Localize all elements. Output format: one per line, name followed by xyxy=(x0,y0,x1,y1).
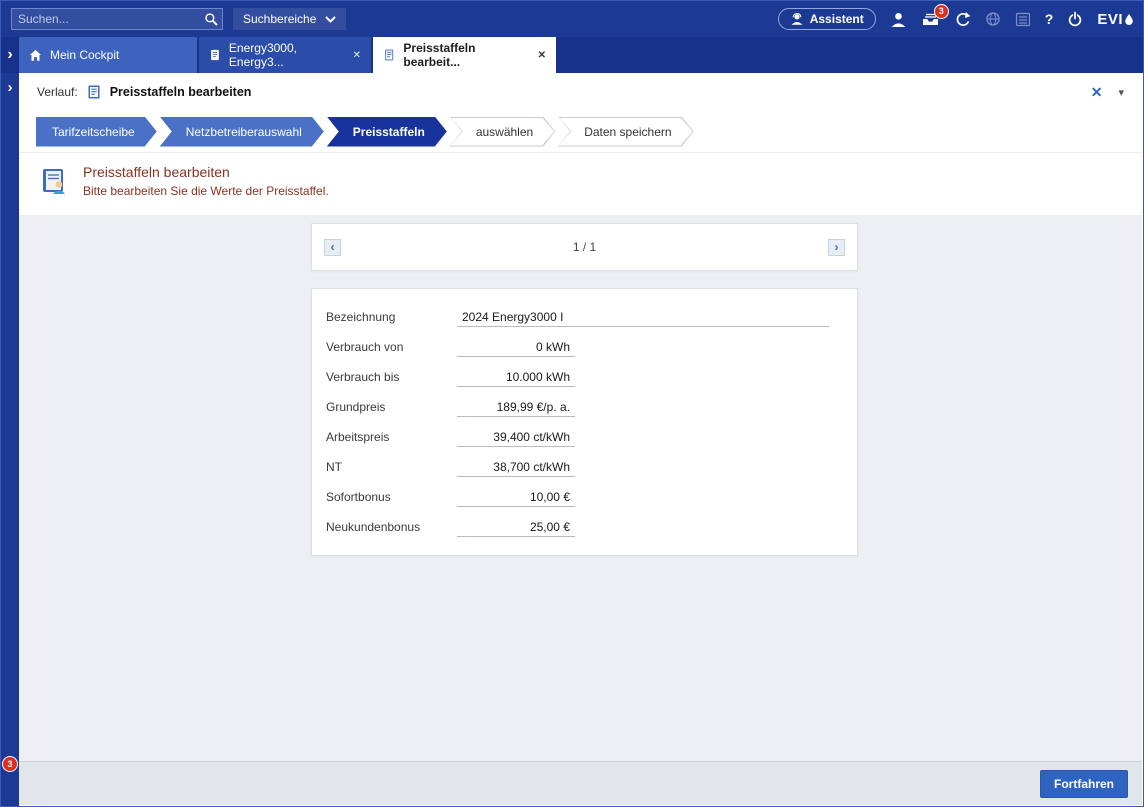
field-label: Verbrauch bis xyxy=(326,370,457,384)
search-icon[interactable] xyxy=(200,12,222,26)
wizard-step-tarifzeitscheibe[interactable]: Tarifzeitscheibe xyxy=(36,117,157,147)
inbox-icon[interactable]: 3 xyxy=(921,11,940,27)
assistant-label: Assistent xyxy=(810,12,864,26)
top-bar-actions: Assistent 3 ? EVI xyxy=(778,8,1133,30)
price-tier-form: Bezeichnung Verbrauch von Verbrauch bis … xyxy=(311,288,858,556)
page-subtitle: Bitte bearbeiten Sie die Werte der Preis… xyxy=(83,184,329,198)
tab-close-icon[interactable]: ✕ xyxy=(353,50,361,61)
neukundenbonus-field[interactable] xyxy=(457,518,575,537)
wizard-step-label: Preisstaffeln xyxy=(353,125,425,139)
wizard-step-auswaehlen[interactable]: auswählen xyxy=(450,117,555,147)
form-row-verbrauch-von: Verbrauch von xyxy=(326,332,843,362)
tab-overflow-chevron[interactable]: › xyxy=(1,37,19,73)
form-row-sofortbonus: Sofortbonus xyxy=(326,482,843,512)
verbrauch-bis-field[interactable] xyxy=(457,368,575,387)
pager-next-button[interactable]: › xyxy=(828,239,845,256)
list-icon[interactable] xyxy=(1015,12,1031,27)
tab-label: Preisstaffeln bearbeit... xyxy=(403,41,529,69)
bezeichnung-field[interactable] xyxy=(457,308,829,327)
corner-notification-badge[interactable]: 3 xyxy=(3,757,17,771)
inbox-notification-badge: 3 xyxy=(935,5,948,18)
application-window: Suchbereiche Assistent 3 xyxy=(0,0,1144,807)
field-label: Arbeitspreis xyxy=(326,430,457,444)
work-area: ‹ 1 / 1 › Bezeichnung Verbrauch von Verb… xyxy=(19,215,1142,761)
wizard-steps: Tarifzeitscheibe Netzbetreiberauswahl Pr… xyxy=(19,111,1142,153)
expand-panel-chevron[interactable]: › xyxy=(1,79,19,96)
wizard-step-netzbetreiberauswahl[interactable]: Netzbetreiberauswahl xyxy=(160,117,324,147)
sofortbonus-field[interactable] xyxy=(457,488,575,507)
redo-icon[interactable] xyxy=(954,11,971,27)
field-label: Sofortbonus xyxy=(326,490,457,504)
tab-close-icon[interactable]: ✕ xyxy=(538,50,546,61)
history-label: Verlauf: xyxy=(37,85,78,99)
form-row-neukundenbonus: Neukundenbonus xyxy=(326,512,843,542)
content-area: Verlauf: Preisstaffeln bearbeiten ✕ ▾ Ta… xyxy=(19,73,1142,805)
form-row-verbrauch-bis: Verbrauch bis xyxy=(326,362,843,392)
form-row-bezeichnung: Bezeichnung xyxy=(326,302,843,332)
wizard-step-daten-speichern[interactable]: Daten speichern xyxy=(558,117,693,147)
document-icon xyxy=(383,48,395,62)
tab-preisstaffeln-bearbeiten[interactable]: Preisstaffeln bearbeit... ✕ xyxy=(373,37,556,73)
nt-field[interactable] xyxy=(457,458,575,477)
assistant-button[interactable]: Assistent xyxy=(778,8,876,30)
pager-position: 1 / 1 xyxy=(573,240,596,254)
arbeitspreis-field[interactable] xyxy=(457,428,575,447)
top-bar: Suchbereiche Assistent 3 xyxy=(1,1,1143,37)
wizard-step-label: Netzbetreiberauswahl xyxy=(186,125,302,139)
left-panel-strip: › xyxy=(1,73,19,806)
tab-energy3000[interactable]: Energy3000, Energy3... ✕ xyxy=(199,37,371,73)
form-row-arbeitspreis: Arbeitspreis xyxy=(326,422,843,452)
chevron-down-icon xyxy=(325,16,336,23)
help-button[interactable]: ? xyxy=(1045,11,1054,27)
power-icon[interactable] xyxy=(1067,11,1083,27)
form-row-grundpreis: Grundpreis xyxy=(326,392,843,422)
form-row-nt: NT xyxy=(326,452,843,482)
field-label: Bezeichnung xyxy=(326,310,457,324)
bottom-action-bar: Fortfahren xyxy=(19,761,1142,805)
search-box[interactable] xyxy=(11,8,223,30)
history-dropdown-caret[interactable]: ▾ xyxy=(1118,86,1124,99)
field-label: Neukundenbonus xyxy=(326,520,457,534)
brand-logo: EVI xyxy=(1097,11,1133,28)
history-current-item[interactable]: Preisstaffeln bearbeiten xyxy=(110,85,252,99)
search-input[interactable] xyxy=(12,12,200,26)
continue-button[interactable]: Fortfahren xyxy=(1040,770,1128,798)
field-label: Verbrauch von xyxy=(326,340,457,354)
brand-text: EVI xyxy=(1097,11,1123,28)
field-label: Grundpreis xyxy=(326,400,457,414)
book-user-icon xyxy=(39,166,69,196)
page-header: Preisstaffeln bearbeiten Bitte bearbeite… xyxy=(19,153,1142,215)
grundpreis-field[interactable] xyxy=(457,398,575,417)
globe-icon[interactable] xyxy=(985,11,1001,27)
close-workflow-icon[interactable]: ✕ xyxy=(1091,84,1103,101)
droplet-icon xyxy=(1125,14,1133,25)
tab-label: Mein Cockpit xyxy=(50,48,119,62)
tab-bar: › Mein Cockpit Energy3000, Energy3... ✕ … xyxy=(1,37,1143,73)
wizard-step-preisstaffeln[interactable]: Preisstaffeln xyxy=(327,117,447,147)
history-row: Verlauf: Preisstaffeln bearbeiten ✕ ▾ xyxy=(19,73,1142,111)
verbrauch-von-field[interactable] xyxy=(457,338,575,357)
wizard-step-label: auswählen xyxy=(476,125,533,139)
document-icon xyxy=(209,48,221,62)
home-icon xyxy=(29,49,42,62)
tab-label: Energy3000, Energy3... xyxy=(229,41,345,69)
wizard-step-label: Daten speichern xyxy=(584,125,671,139)
pager-prev-button[interactable]: ‹ xyxy=(324,239,341,256)
tab-mein-cockpit[interactable]: Mein Cockpit xyxy=(19,37,197,73)
search-scope-label: Suchbereiche xyxy=(243,12,316,26)
search-scope-button[interactable]: Suchbereiche xyxy=(233,8,346,30)
pager-card: ‹ 1 / 1 › xyxy=(311,223,858,271)
workflow-icon xyxy=(86,84,102,100)
wizard-step-label: Tarifzeitscheibe xyxy=(52,125,135,139)
assistant-icon xyxy=(790,12,804,26)
page-title: Preisstaffeln bearbeiten xyxy=(83,164,329,180)
field-label: NT xyxy=(326,460,457,474)
user-icon[interactable] xyxy=(890,11,907,28)
